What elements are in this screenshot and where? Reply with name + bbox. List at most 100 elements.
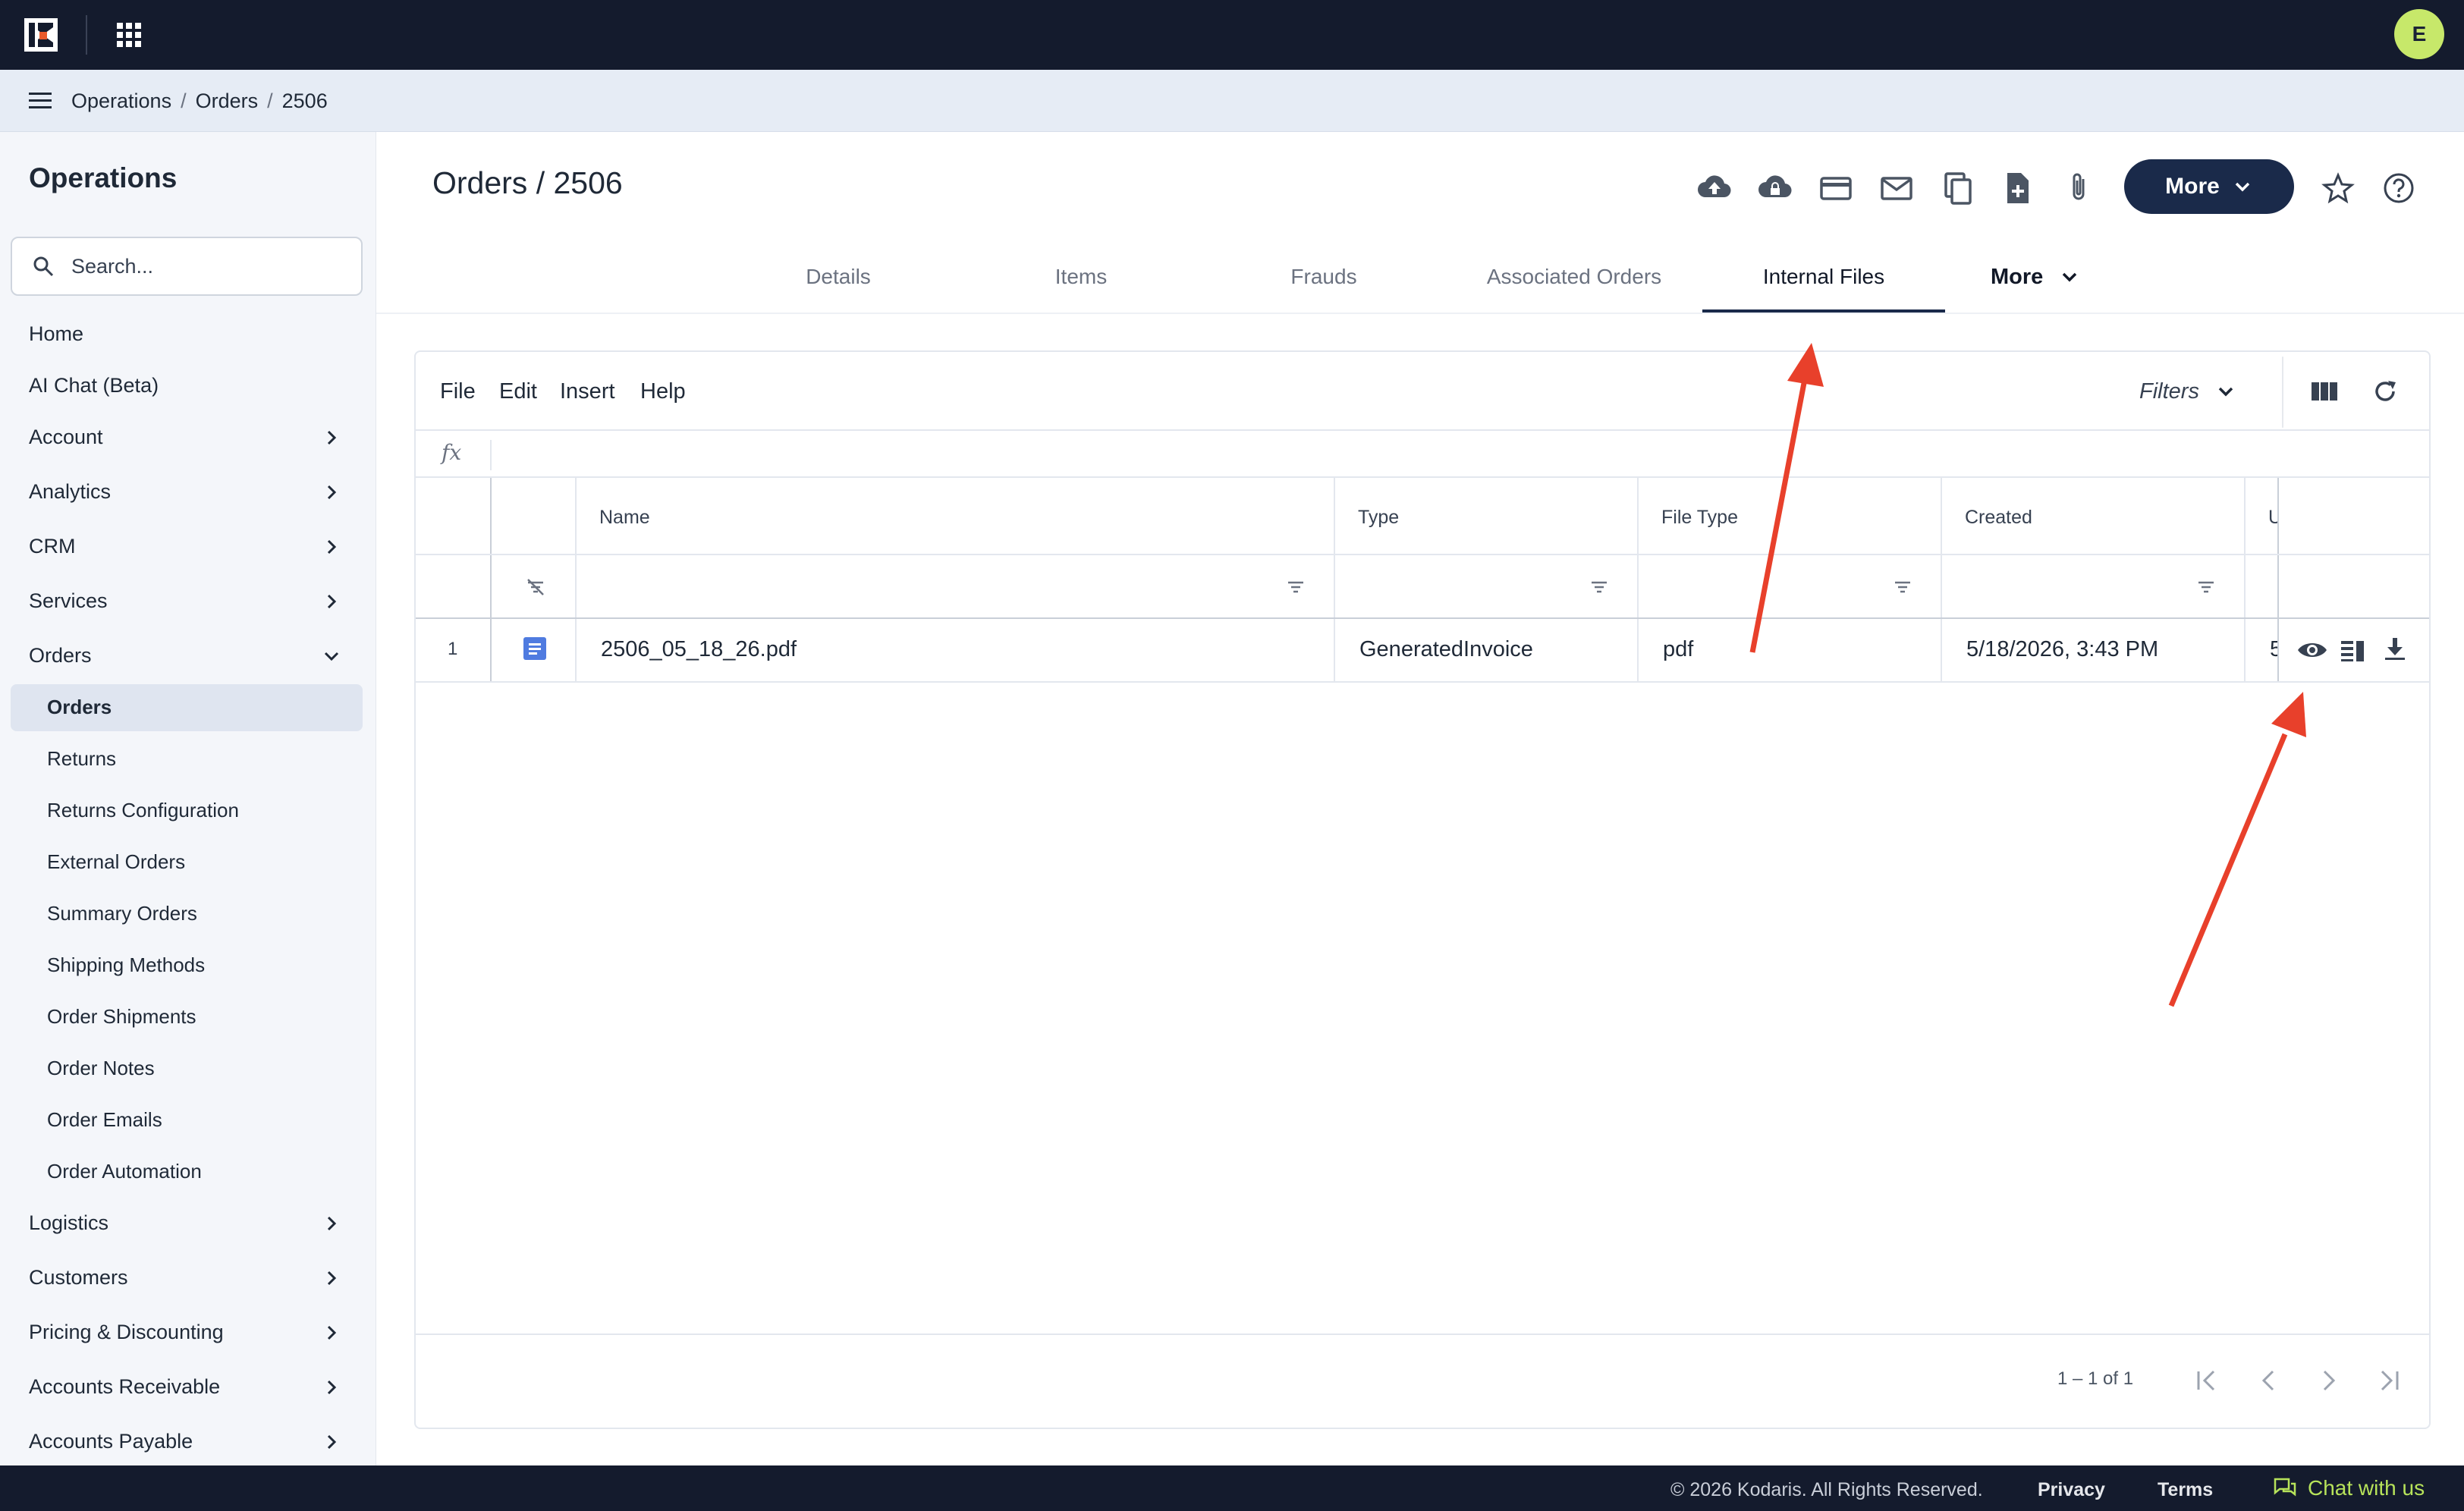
sidebar-item-crm[interactable]: CRM	[29, 531, 76, 561]
breadcrumb-bar	[0, 70, 2464, 132]
column-header-type[interactable]: Type	[1358, 502, 1399, 532]
sidebar-item-ai-chat[interactable]: AI Chat (Beta)	[29, 370, 159, 401]
menu-file[interactable]: File	[440, 376, 476, 407]
sidebar-item-services[interactable]: Services	[29, 586, 108, 616]
add-document-icon[interactable]	[2000, 170, 2036, 206]
sidebar-item-home[interactable]: Home	[29, 319, 83, 349]
formula-label: fx	[442, 440, 462, 465]
sidebar-sub-summary-orders[interactable]: Summary Orders	[47, 898, 197, 928]
breadcrumb: Operations / Orders / 2506	[71, 86, 328, 115]
sidebar-sub-shipping-methods[interactable]: Shipping Methods	[47, 950, 205, 980]
filters-label: Filters	[2139, 379, 2199, 404]
more-actions-label: More	[2165, 174, 2220, 199]
topbar-divider	[86, 15, 87, 55]
apps-grid-icon[interactable]	[115, 21, 143, 49]
search-input[interactable]	[71, 247, 352, 285]
breadcrumb-separator: /	[267, 89, 273, 112]
next-page-icon[interactable]	[2314, 1365, 2344, 1396]
column-header-file-type[interactable]: File Type	[1661, 502, 1738, 532]
tab-internal-files[interactable]: Internal Files	[1702, 259, 1945, 294]
sidebar-item-logistics[interactable]: Logistics	[29, 1208, 108, 1238]
user-avatar[interactable]: E	[2394, 9, 2444, 59]
cloud-upload-icon[interactable]	[1696, 170, 1733, 206]
sidebar-sub-orders[interactable]: Orders	[47, 692, 112, 722]
kodaris-logo[interactable]	[23, 17, 59, 53]
sidebar-item-accounts-receivable[interactable]: Accounts Receivable	[29, 1371, 220, 1402]
tab-details[interactable]: Details	[717, 259, 960, 294]
breadcrumb-operations[interactable]: Operations	[71, 90, 171, 113]
filters-dropdown[interactable]: Filters	[2139, 376, 2236, 407]
pager-divider	[416, 1334, 2429, 1335]
view-eye-icon[interactable]	[2296, 637, 2329, 663]
more-actions-button[interactable]: More	[2124, 159, 2294, 214]
formula-divider	[490, 440, 492, 470]
star-icon[interactable]	[2320, 170, 2356, 206]
sidebar-sub-returns[interactable]: Returns	[47, 743, 116, 774]
files-grid-panel	[414, 350, 2431, 1429]
download-icon[interactable]	[2382, 636, 2408, 661]
tab-items[interactable]: Items	[960, 259, 1202, 294]
cloud-lock-icon[interactable]	[1757, 170, 1793, 206]
mail-icon[interactable]	[1878, 170, 1915, 206]
chevron-right-icon	[327, 1325, 337, 1340]
copy-icon[interactable]	[1939, 170, 1975, 206]
filter-icon[interactable]	[1285, 576, 1306, 598]
tab-associated-orders[interactable]: Associated Orders	[1445, 259, 1703, 294]
filter-row-divider	[416, 617, 2429, 619]
chat-icon	[2274, 1478, 2296, 1497]
attachment-icon[interactable]	[2060, 170, 2097, 206]
sidebar-item-account[interactable]: Account	[29, 422, 103, 452]
menu-edit[interactable]: Edit	[499, 376, 537, 407]
file-extension-cell[interactable]: pdf	[1663, 634, 1693, 664]
columns-icon[interactable]	[2309, 376, 2340, 407]
truncated-cell: 5	[2270, 636, 2277, 661]
credit-card-icon[interactable]	[1818, 170, 1854, 206]
breadcrumb-orders[interactable]: Orders	[196, 90, 259, 113]
sidebar-sub-order-notes[interactable]: Order Notes	[47, 1053, 155, 1083]
chevron-down-icon	[324, 652, 339, 661]
sidebar-sub-external-orders[interactable]: External Orders	[47, 847, 185, 877]
sidebar-item-accounts-payable[interactable]: Accounts Payable	[29, 1426, 193, 1456]
column-header-created[interactable]: Created	[1965, 502, 2032, 532]
sidebar-item-pricing[interactable]: Pricing & Discounting	[29, 1317, 224, 1347]
footer-terms-link[interactable]: Terms	[2158, 1479, 2213, 1501]
previous-page-icon[interactable]	[2253, 1365, 2283, 1396]
chat-label: Chat with us	[2308, 1476, 2425, 1500]
sidebar-sub-order-emails[interactable]: Order Emails	[47, 1104, 162, 1135]
file-type-category-cell[interactable]: GeneratedInvoice	[1359, 634, 1533, 664]
sidebar-sub-returns-configuration[interactable]: Returns Configuration	[47, 795, 239, 825]
file-name-cell[interactable]: 2506_05_18_26.pdf	[601, 634, 797, 664]
tab-more[interactable]: More	[1991, 259, 2079, 294]
footer-privacy-link[interactable]: Privacy	[2038, 1479, 2105, 1501]
footer-copyright: © 2026 Kodaris. All Rights Reserved.	[1670, 1479, 1983, 1500]
sidebar-sub-order-shipments[interactable]: Order Shipments	[47, 1001, 196, 1032]
tab-more-label: More	[1991, 264, 2044, 289]
chat-with-us-button[interactable]: Chat with us	[2273, 1476, 2425, 1500]
chevron-right-icon	[327, 539, 337, 554]
sidebar-item-analytics[interactable]: Analytics	[29, 476, 111, 507]
column-divider	[2244, 478, 2246, 681]
first-page-icon[interactable]	[2192, 1365, 2223, 1396]
menu-help[interactable]: Help	[640, 376, 686, 407]
row-number-divider	[490, 478, 492, 681]
column-header-truncated[interactable]: U	[2268, 502, 2277, 532]
hamburger-menu-icon[interactable]	[27, 90, 53, 112]
details-list-icon[interactable]	[2340, 637, 2365, 663]
header-divider	[416, 554, 2429, 555]
pinned-column-divider	[2277, 478, 2279, 681]
sidebar-sub-order-automation[interactable]: Order Automation	[47, 1156, 202, 1186]
help-icon[interactable]	[2381, 170, 2417, 206]
menu-insert[interactable]: Insert	[560, 376, 615, 407]
column-header-name[interactable]: Name	[599, 502, 650, 532]
created-date-cell[interactable]: 5/18/2026, 3:43 PM	[1966, 634, 2158, 664]
filter-icon[interactable]	[1892, 576, 1913, 598]
refresh-icon[interactable]	[2370, 376, 2400, 407]
last-page-icon[interactable]	[2373, 1365, 2403, 1396]
tab-frauds[interactable]: Frauds	[1202, 259, 1445, 294]
filter-icon[interactable]	[1589, 576, 1610, 598]
filter-icon[interactable]	[2195, 576, 2217, 598]
clear-filter-icon[interactable]	[525, 576, 546, 598]
chevron-down-icon	[2235, 182, 2250, 192]
sidebar-item-orders[interactable]: Orders	[29, 640, 92, 671]
sidebar-item-customers[interactable]: Customers	[29, 1262, 128, 1293]
